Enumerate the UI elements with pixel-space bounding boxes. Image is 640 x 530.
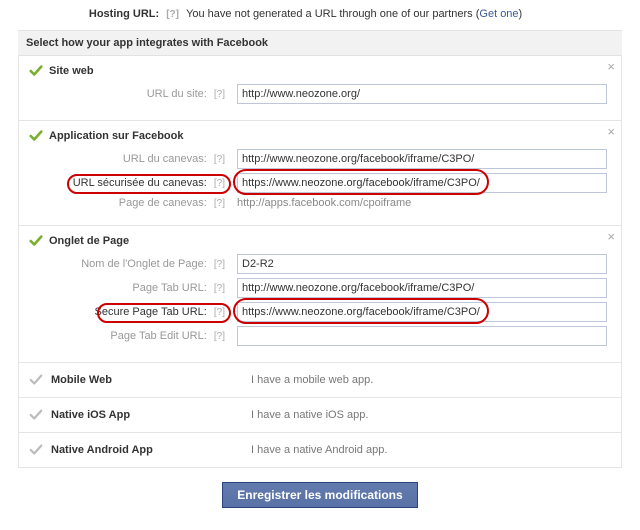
group-title-page-tab: Onglet de Page	[49, 235, 129, 247]
collapsed-title-android: Native Android App	[51, 444, 251, 456]
input-tab-edit-url[interactable]	[237, 326, 607, 346]
check-outline-icon	[29, 373, 43, 387]
check-icon	[29, 234, 43, 248]
group-page-tab: × Onglet de Page Nom de l'Onglet de Page…	[19, 226, 621, 363]
collapsed-mobile-web[interactable]: Mobile Web I have a mobile web app.	[19, 363, 621, 398]
help-icon[interactable]: [?]	[214, 259, 225, 270]
help-icon[interactable]: [?]	[214, 198, 225, 209]
group-title-app-fb: Application sur Facebook	[49, 130, 183, 142]
save-button[interactable]: Enregistrer les modifications	[222, 482, 417, 508]
group-title-site-web: Site web	[49, 65, 94, 77]
close-icon[interactable]: ×	[607, 230, 615, 243]
label-tab-edit-url: Page Tab Edit URL:	[110, 330, 206, 342]
input-secure-canvas-url[interactable]	[237, 173, 607, 193]
collapsed-title-ios: Native iOS App	[51, 409, 251, 421]
help-icon[interactable]: [?]	[214, 331, 225, 342]
input-secure-tab-url[interactable]	[237, 302, 607, 322]
help-icon[interactable]: [?]	[214, 89, 225, 100]
label-tab-name: Nom de l'Onglet de Page:	[81, 258, 207, 270]
hosting-url-label: Hosting URL:	[89, 8, 159, 20]
hosting-desc-pre: You have not generated a URL through one…	[186, 8, 479, 20]
input-canvas-url[interactable]	[237, 149, 607, 169]
collapsed-desc-mobile: I have a mobile web app.	[251, 374, 373, 386]
group-site-web: × Site web URL du site: [?]	[19, 56, 621, 121]
label-tab-url: Page Tab URL:	[132, 282, 206, 294]
label-secure-canvas-url: URL sécurisée du canevas:	[73, 177, 207, 189]
canvas-page-value: http://apps.facebook.com/cpoiframe	[237, 197, 411, 209]
help-icon[interactable]: [?]	[166, 9, 179, 20]
input-url-site[interactable]	[237, 84, 607, 104]
hosting-desc-post: )	[519, 8, 523, 20]
group-app-facebook: × Application sur Facebook URL du caneva…	[19, 121, 621, 226]
get-one-link[interactable]: Get one	[479, 8, 518, 20]
section-header: Select how your app integrates with Face…	[18, 30, 622, 56]
integration-panel: × Site web URL du site: [?] × Applicatio…	[18, 56, 622, 468]
check-icon	[29, 64, 43, 78]
collapsed-desc-ios: I have a native iOS app.	[251, 409, 368, 421]
help-icon[interactable]: [?]	[214, 178, 225, 189]
input-tab-name[interactable]	[237, 254, 607, 274]
collapsed-desc-android: I have a native Android app.	[251, 444, 387, 456]
check-outline-icon	[29, 443, 43, 457]
close-icon[interactable]: ×	[607, 125, 615, 138]
collapsed-native-ios[interactable]: Native iOS App I have a native iOS app.	[19, 398, 621, 433]
help-icon[interactable]: [?]	[214, 307, 225, 318]
label-secure-tab-url: Secure Page Tab URL:	[95, 306, 207, 318]
input-tab-url[interactable]	[237, 278, 607, 298]
label-canvas-url: URL du canevas:	[123, 153, 207, 165]
check-outline-icon	[29, 408, 43, 422]
close-icon[interactable]: ×	[607, 60, 615, 73]
collapsed-title-mobile: Mobile Web	[51, 374, 251, 386]
help-icon[interactable]: [?]	[214, 283, 225, 294]
label-url-site: URL du site:	[147, 88, 207, 100]
help-icon[interactable]: [?]	[214, 154, 225, 165]
collapsed-native-android[interactable]: Native Android App I have a native Andro…	[19, 433, 621, 467]
hosting-url-row: Hosting URL: [?] You have not generated …	[18, 0, 622, 30]
label-canvas-page: Page de canevas:	[119, 197, 207, 209]
check-icon	[29, 129, 43, 143]
